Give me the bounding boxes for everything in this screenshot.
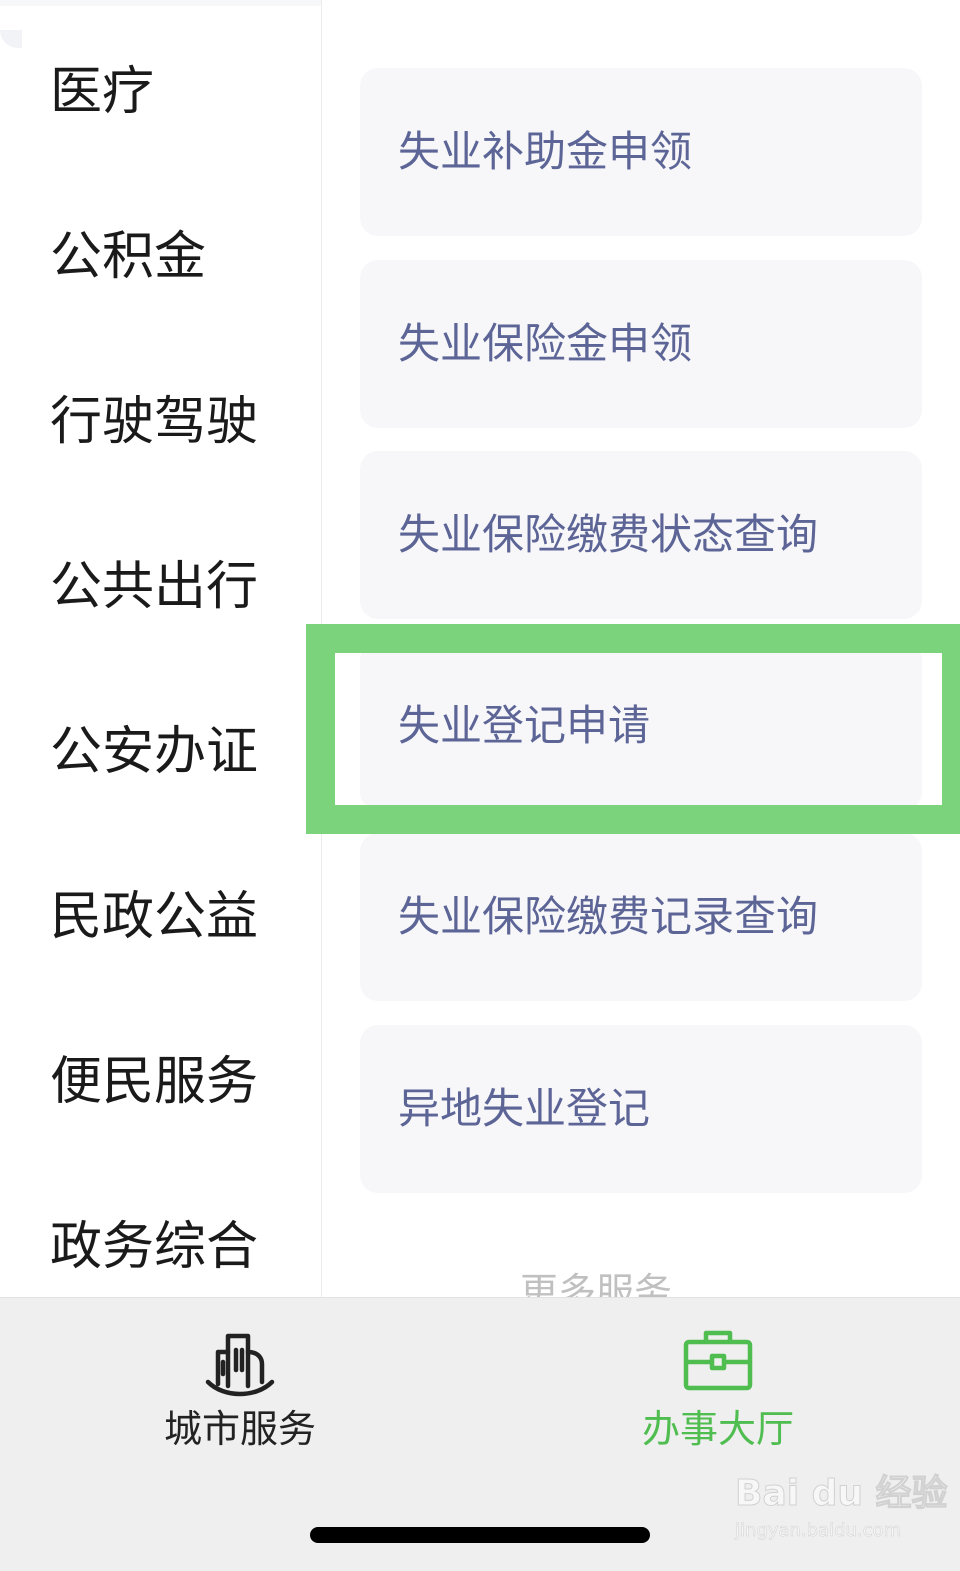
service-card-unemployment-registration[interactable]: 失业登记申请: [360, 642, 922, 810]
sidebar-item-driving[interactable]: 行驶驾驶: [50, 382, 310, 462]
briefcase-icon: [683, 1330, 753, 1391]
service-card[interactable]: 失业保险缴费记录查询: [360, 833, 922, 1001]
category-sidebar: 医疗 公积金 行驶驾驶 公共出行 公安办证 民政公益 便民服务 政务综合: [0, 0, 322, 1297]
watermark-text: Bai du 经验: [735, 1473, 949, 1515]
home-indicator[interactable]: [310, 1527, 650, 1543]
service-card-label: 失业保险缴费记录查询: [398, 892, 819, 941]
more-services-link[interactable]: 更多服务: [520, 1270, 672, 1297]
sidebar-item-medical[interactable]: 医疗: [50, 52, 310, 132]
sidebar-item-police-certificates[interactable]: 公安办证: [50, 712, 310, 792]
service-card[interactable]: 失业补助金申领: [360, 68, 922, 236]
tab-city-services[interactable]: 城市服务: [120, 1298, 360, 1478]
city-buildings-icon: [205, 1333, 275, 1397]
service-card[interactable]: 失业保险缴费状态查询: [360, 451, 922, 619]
service-card[interactable]: 失业保险金申领: [360, 260, 922, 428]
sidebar-top-divider: [0, 0, 321, 6]
watermark-url: jingyan.baidu.com: [735, 1520, 902, 1542]
service-card-label: 失业登记申请: [398, 701, 651, 750]
sidebar-item-public-transit[interactable]: 公共出行: [50, 547, 310, 627]
service-card-label: 失业保险缴费状态查询: [398, 510, 819, 559]
tab-service-hall[interactable]: 办事大厅: [598, 1298, 838, 1478]
service-card-label: 失业补助金申领: [398, 127, 693, 176]
tab-label: 办事大厅: [641, 1407, 794, 1451]
sidebar-item-government-general[interactable]: 政务综合: [50, 1207, 310, 1287]
service-card[interactable]: 异地失业登记: [360, 1025, 922, 1193]
baidu-watermark: Bai du 经验 jingyan.baidu.com: [735, 1460, 949, 1550]
sidebar-item-civil-affairs[interactable]: 民政公益: [50, 877, 310, 957]
service-card-label: 异地失业登记: [398, 1084, 651, 1133]
service-list: 失业补助金申领 失业保险金申领 失业保险缴费状态查询 失业登记申请 失业保险缴费…: [322, 0, 960, 1297]
sidebar-corner-decoration: [0, 30, 22, 48]
sidebar-item-convenience[interactable]: 便民服务: [50, 1042, 310, 1122]
service-card-label: 失业保险金申领: [398, 319, 693, 368]
tab-label: 城市服务: [163, 1407, 316, 1451]
sidebar-item-housing-fund[interactable]: 公积金: [50, 217, 310, 297]
